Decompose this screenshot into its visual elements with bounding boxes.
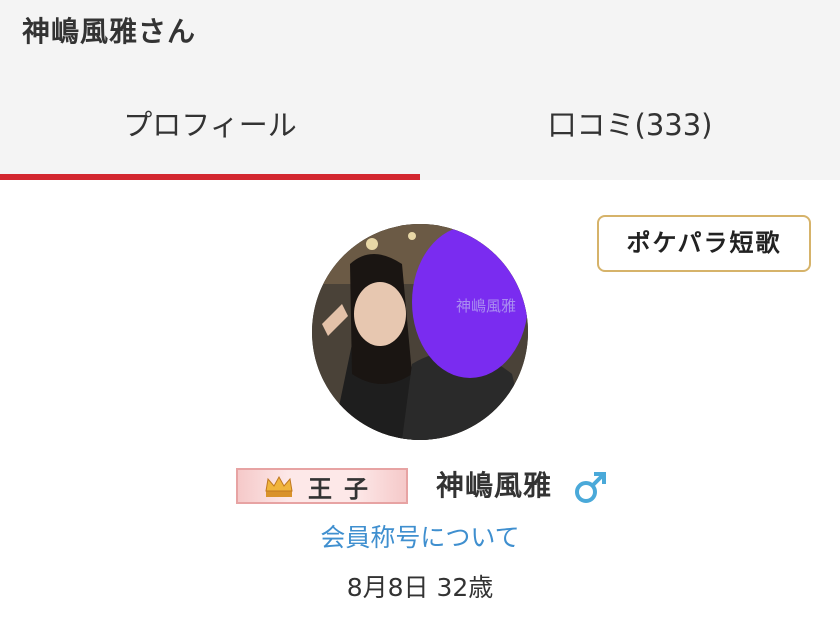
tanka-button[interactable]: ポケパラ短歌 xyxy=(597,215,811,272)
page-title: 神嶋風雅さん xyxy=(22,15,197,48)
avatar[interactable]: 神嶋風雅 xyxy=(312,224,528,440)
birthday-age: 8月8日 32歳 xyxy=(346,573,494,602)
member-title-link[interactable]: 会員称号について xyxy=(0,518,840,554)
rank-label: 王子 xyxy=(308,474,380,503)
rank-badge: 王子 xyxy=(236,468,408,504)
crown-icon xyxy=(265,475,293,497)
tab-profile[interactable]: プロフィール xyxy=(0,90,420,180)
header: 神嶋風雅さん プロフィール 口コミ(333) xyxy=(0,0,840,180)
tab-reviews[interactable]: 口コミ(333) xyxy=(420,90,840,180)
male-symbol-icon xyxy=(575,472,606,503)
tab-bar: プロフィール 口コミ(333) xyxy=(0,90,840,180)
user-name: 神嶋風雅 xyxy=(436,469,553,502)
avatar-photo: 神嶋風雅 xyxy=(312,224,528,440)
cutoff-text-row xyxy=(200,608,640,619)
avatar-overlay-text: 神嶋風雅 xyxy=(456,298,516,315)
